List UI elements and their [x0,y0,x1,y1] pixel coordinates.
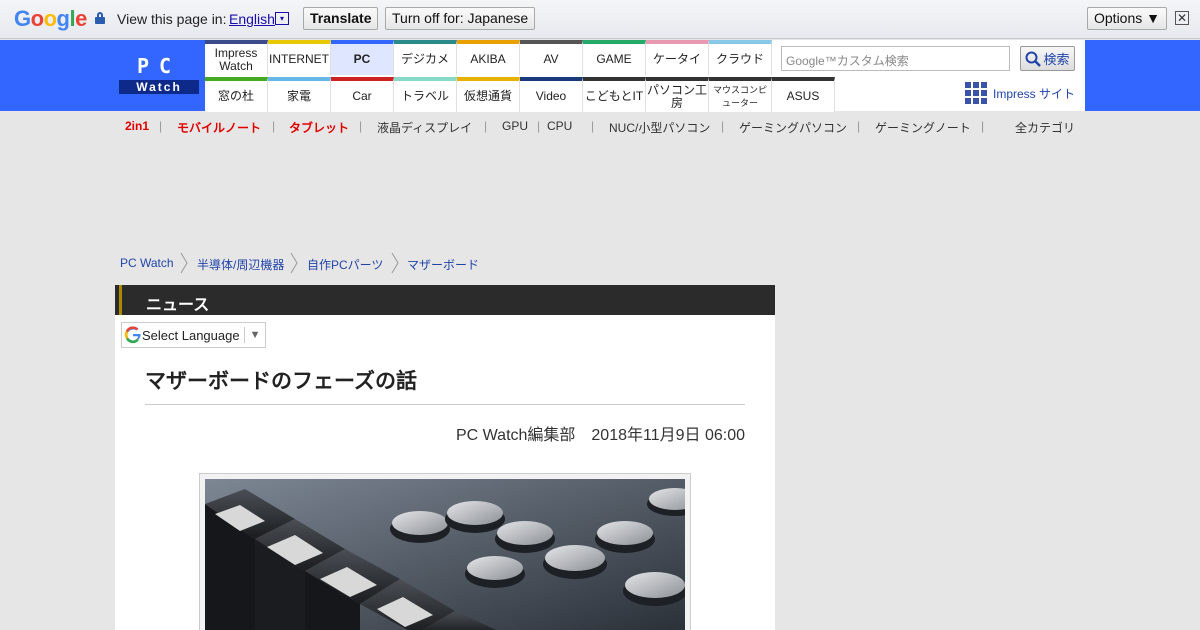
view-page-in-label: View this page in: [117,11,227,27]
language-link[interactable]: English [229,11,275,27]
article-byline: PC Watch編集部 2018年11月9日 06:00 [455,427,745,444]
nav-row-primary: Impress Watch INTERNET PC デジカメ AKIBA AV GAME ケー… [205,40,772,75]
nav-item[interactable]: 窓の杜 [205,77,268,112]
lock-icon [95,12,105,24]
tag-separator: | [537,119,541,133]
search-input[interactable]: Google™カスタム検索 [781,46,1010,71]
category-tag[interactable]: 2in1 [125,119,149,133]
article-title: マザーボードのフェーズの話 [145,370,417,393]
category-tag-bar: 2in1 モバイルノート タブレット 液晶ディスプレイ GPU CPU NUC/小型パソコン… [115,111,1085,139]
nav-item[interactable]: クラウド [709,40,772,75]
nav-item[interactable]: PC [331,40,394,75]
nav-item[interactable]: Impress Watch [205,40,268,75]
section-label: ニュース [146,297,210,314]
translate-bar: Google View this page in: English ▾ Tran… [0,0,1200,39]
chevron-down-icon: ▼ [249,329,261,341]
tag-separator: | [159,119,163,133]
nav-item[interactable]: パソコン工房 [646,77,709,112]
google-g-icon [124,326,142,344]
chevron-right-icon [180,252,188,274]
tag-separator: | [272,119,276,133]
nav-item[interactable]: AKIBA [457,40,520,75]
tag-separator: | [591,119,595,133]
nav-item[interactable]: 仮想通貨 [457,77,520,112]
translate-button[interactable]: Translate [303,7,379,30]
category-tag[interactable]: NUC/小型パソコン [609,119,710,136]
nav-item[interactable]: GAME [583,40,646,75]
site-header: PC Watch Impress Watch INTERNET PC デジカメ AKIB… [0,40,1200,112]
search-button[interactable]: 検索 [1020,46,1075,71]
nav-item[interactable]: ケータイ [646,40,709,75]
nav-item[interactable]: AV [520,40,583,75]
section-header: ニュース [115,285,775,315]
breadcrumb-link[interactable]: 半導体/周辺機器 [197,256,284,273]
tag-separator: | [857,119,861,133]
nav-item[interactable]: マウスコンピューター [709,77,772,112]
chevron-right-icon [391,252,399,274]
motherboard-photo[interactable] [205,479,685,630]
breadcrumb-link[interactable]: PC Watch [120,256,174,270]
category-tag[interactable]: GPU [502,119,528,133]
search-icon [1025,51,1042,67]
chevron-right-icon [290,252,298,274]
category-tag[interactable]: 全カテゴリ [1015,119,1075,136]
turn-off-button[interactable]: Turn off for: Japanese [385,7,536,30]
options-button[interactable]: Options ▼ [1087,7,1167,30]
nav-item[interactable]: Car [331,77,394,112]
close-icon[interactable]: ✕ [1175,11,1189,25]
language-select[interactable]: Select Language ▼ [121,322,266,348]
tag-separator: | [721,119,725,133]
nav-item[interactable]: こどもとIT [583,77,646,112]
nav-item[interactable]: デジカメ [394,40,457,75]
nav-item[interactable]: ASUS [772,77,835,112]
breadcrumb-link[interactable]: 自作PCパーツ [307,256,383,273]
impress-sites-link[interactable]: Impress サイト [965,82,1075,104]
category-tag[interactable]: ゲーミングパソコン [739,119,847,136]
category-tag[interactable]: モバイルノート [177,119,261,136]
language-dropdown-icon[interactable]: ▾ [275,12,289,25]
nav-item[interactable]: トラベル [394,77,457,112]
tag-separator: | [484,119,488,133]
category-tag[interactable]: 液晶ディスプレイ [377,119,472,136]
article: ニュース Select Language ▼ マザーボードのフェーズの話 PC … [115,285,775,630]
nav-item[interactable]: 家電 [268,77,331,112]
google-logo: Google [14,6,87,31]
tag-separator: | [981,119,985,133]
tag-separator: | [359,119,363,133]
category-tag[interactable]: タブレット [289,119,349,136]
category-tag[interactable]: CPU [547,119,572,133]
pc-watch-logo[interactable]: PC Watch [115,40,205,111]
category-tag[interactable]: ゲーミングノート [875,119,971,136]
title-divider [145,404,745,405]
article-photo-frame [199,473,691,630]
nav-item[interactable]: Video [520,77,583,112]
nav-row-secondary: 窓の杜 家電 Car トラベル 仮想通貨 Video こどもとIT パソコン工房 マウスコンピュ… [205,77,835,112]
grid-icon [965,82,987,104]
nav-item[interactable]: INTERNET [268,40,331,75]
breadcrumb-link[interactable]: マザーボード [407,256,479,273]
